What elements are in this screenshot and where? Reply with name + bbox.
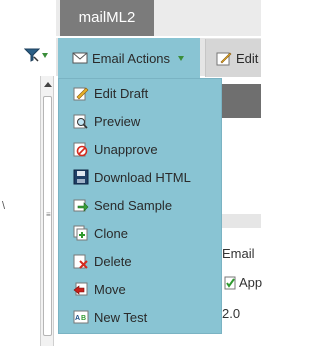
menu-item-edit-draft[interactable]: Edit Draft: [73, 83, 148, 103]
menu-item-unapprove[interactable]: Unapprove: [73, 139, 158, 159]
menu-item-new-test[interactable]: A B New Test: [73, 307, 147, 327]
scroll-up-arrow-icon[interactable]: [44, 82, 52, 87]
move-icon: [73, 282, 88, 296]
tab-mailml2[interactable]: mailML2: [60, 0, 154, 36]
preview-icon: [73, 114, 88, 129]
left-text-fragment: \: [2, 200, 6, 212]
email-actions-button[interactable]: Email Actions: [58, 38, 200, 78]
menu-item-send-sample[interactable]: Send Sample: [73, 195, 172, 215]
right-app-row: App: [224, 275, 262, 290]
menu-item-label: Edit Draft: [94, 85, 149, 101]
email-actions-menu: Edit Draft Preview Unapprove Download HT…: [58, 78, 222, 334]
email-actions-label: Email Actions: [92, 50, 171, 66]
menu-item-label: Clone: [94, 225, 128, 241]
delete-icon: [73, 254, 88, 269]
svg-text:A: A: [75, 315, 80, 322]
menu-item-label: Delete: [94, 253, 132, 269]
edit-label: Edit: [236, 50, 259, 66]
grip-icon: ≡: [46, 210, 51, 219]
menu-item-preview[interactable]: Preview: [73, 111, 140, 131]
edit-button[interactable]: Edit: [205, 39, 261, 77]
unapprove-icon: [73, 142, 88, 157]
svg-text:B: B: [81, 315, 86, 322]
menu-item-download-html[interactable]: Download HTML: [73, 167, 191, 187]
download-html-icon: [73, 169, 89, 185]
menu-item-label: Unapprove: [94, 141, 158, 157]
menu-item-label: Move: [94, 281, 126, 297]
menu-item-label: Send Sample: [94, 197, 173, 213]
right-divider-band: [222, 214, 261, 228]
edit-icon: [216, 52, 232, 66]
funnel-icon: [24, 48, 40, 62]
chevron-down-icon: [178, 55, 185, 61]
menu-item-clone[interactable]: Clone: [73, 223, 128, 243]
right-version-text: 2.0: [222, 306, 241, 321]
menu-item-label: New Test: [94, 309, 148, 325]
right-email-text: Email: [222, 246, 255, 261]
menu-item-label: Preview: [94, 113, 141, 129]
send-sample-icon: [73, 199, 89, 212]
clone-icon: [73, 225, 88, 241]
right-header-bar: [222, 84, 261, 118]
chevron-down-icon: [42, 52, 48, 58]
menu-item-label: Download HTML: [94, 169, 191, 185]
email-icon: [72, 52, 88, 64]
vertical-scrollbar[interactable]: ≡: [40, 76, 54, 346]
scrollbar-thumb[interactable]: ≡: [43, 96, 52, 336]
filter-button[interactable]: [24, 44, 54, 66]
right-app-text: App: [239, 275, 263, 290]
approved-icon: [224, 276, 236, 289]
new-test-icon: A B: [73, 310, 89, 324]
menu-item-move[interactable]: Move: [73, 279, 126, 299]
edit-draft-icon: [73, 87, 89, 101]
menu-item-delete[interactable]: Delete: [73, 251, 132, 271]
